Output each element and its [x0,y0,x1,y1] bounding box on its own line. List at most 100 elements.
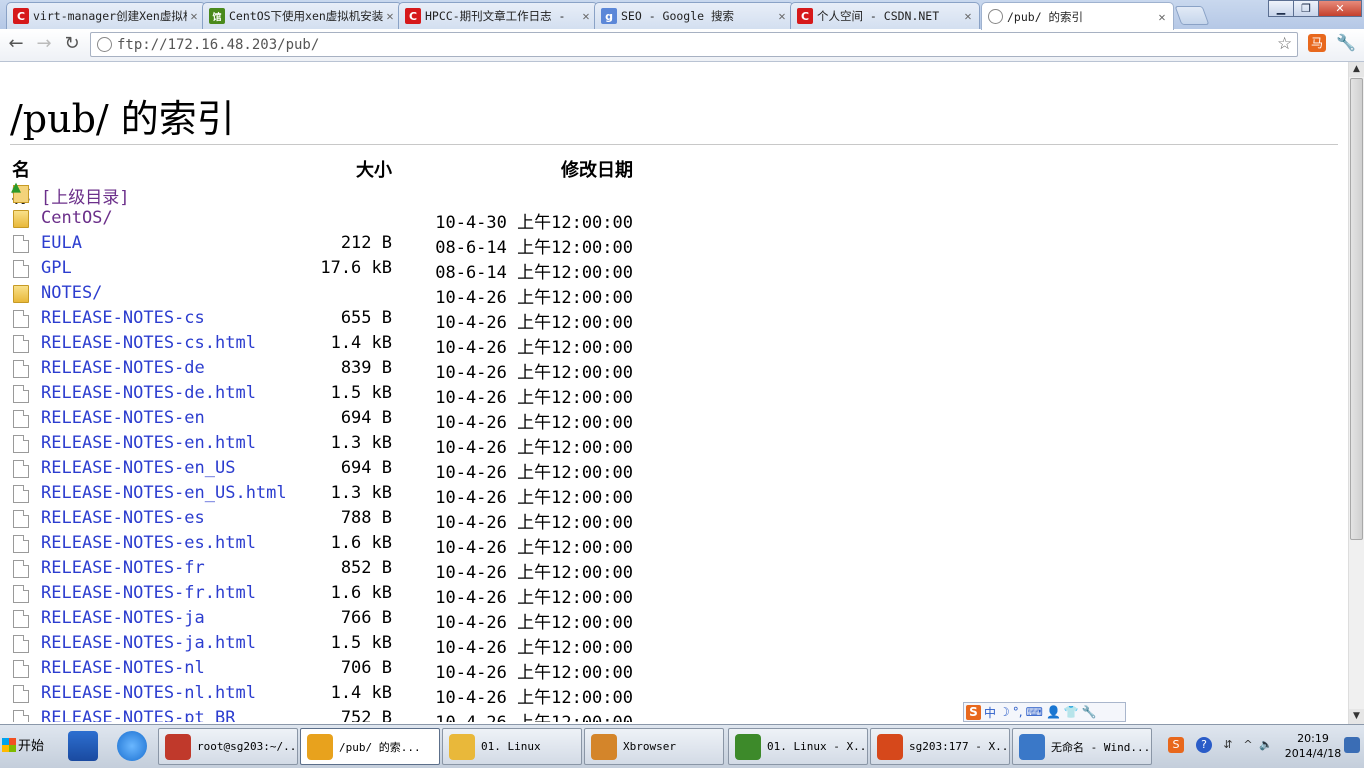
listing-row[interactable]: RELEASE-NOTES-es.html 1.6 kB 10-4-26 上午12:… [0,531,700,558]
column-header-modified[interactable]: 修改日期 [400,156,633,182]
entry-name-link[interactable]: RELEASE-NOTES-pt_BR [41,708,235,722]
entry-name-link[interactable]: RELEASE-NOTES-de [41,358,205,378]
parent-directory-link[interactable]: [上级目录] [41,183,129,208]
entry-name-link[interactable]: RELEASE-NOTES-nl [41,658,205,678]
sogou-ime-icon[interactable]: S [966,704,981,720]
listing-row[interactable]: RELEASE-NOTES-es 788 B 10-4-26 上午12:00:00 [0,506,700,533]
ime-language-toggle[interactable]: 中 [984,704,996,721]
listing-row[interactable]: RELEASE-NOTES-en_US.html 1.3 kB 10-4-26 上午… [0,481,700,508]
show-desktop-icon[interactable] [1344,737,1360,753]
entry-name-link[interactable]: CentOS/ [41,208,113,228]
minimize-button[interactable]: ▁ [1268,0,1294,17]
reload-icon[interactable]: ↻ [61,33,83,55]
taskbar-item[interactable]: /pub/ 的索... [300,728,440,765]
vertical-scrollbar[interactable]: ▲ ▼ [1348,62,1364,724]
entry-name-link[interactable]: RELEASE-NOTES-ja.html [41,633,256,653]
entry-name-link[interactable]: RELEASE-NOTES-en_US.html [41,483,287,503]
entry-name-link[interactable]: RELEASE-NOTES-fr [41,558,205,578]
listing-row[interactable]: RELEASE-NOTES-pt_BR 752 B 10-4-26 上午12:00:… [0,706,700,722]
entry-name-link[interactable]: NOTES/ [41,283,102,303]
entry-name-link[interactable]: GPL [41,258,72,278]
tab-close-icon[interactable]: ✕ [961,9,975,23]
listing-row[interactable]: RELEASE-NOTES-ja.html 1.5 kB 10-4-26 上午12:… [0,631,700,658]
listing-row[interactable]: RELEASE-NOTES-en.html 1.3 kB 10-4-26 上午12:… [0,431,700,458]
start-button[interactable]: 开始 [2,735,44,754]
listing-row[interactable]: RELEASE-NOTES-en 694 B 10-4-26 上午12:00:00 [0,406,700,433]
entry-modified: 10-4-30 上午12:00:00 [435,213,633,233]
listing-row[interactable]: RELEASE-NOTES-en_US 694 B 10-4-26 上午12:00:… [0,456,700,483]
entry-name-link[interactable]: RELEASE-NOTES-cs.html [41,333,256,353]
tab-5[interactable]: /pub/ 的索引 ✕ [981,2,1174,30]
entry-name-link[interactable]: RELEASE-NOTES-ja [41,608,205,628]
wrench-icon[interactable]: 🔧 [1336,33,1356,52]
help-icon[interactable]: ? [1196,737,1212,753]
forward-icon[interactable]: → [33,33,55,55]
listing-row[interactable]: RELEASE-NOTES-fr 852 B 10-4-26 上午12:00:00 [0,556,700,583]
tab-3[interactable]: g SEO - Google 搜索 ✕ [594,2,794,29]
bookmark-star-icon[interactable]: ☆ [1277,34,1292,54]
listing-row[interactable]: NOTES/10-4-26 上午12:00:00 [0,281,700,308]
entry-name-link[interactable]: RELEASE-NOTES-cs [41,308,205,328]
listing-row[interactable]: RELEASE-NOTES-fr.html 1.6 kB 10-4-26 上午12:… [0,581,700,608]
ime-toolbar[interactable]: S 中 ☽ °, ⌨ 👤 👕 🔧 [963,702,1126,722]
listing-row[interactable]: CentOS/10-4-30 上午12:00:00 [0,206,700,233]
address-bar[interactable]: ftp://172.16.48.203/pub/ ☆ [90,32,1298,57]
tab-0[interactable]: Cvirt-manager创建Xen虚拟机 ✕ [6,2,206,29]
punctuation-icon[interactable]: °, [1013,705,1023,719]
listing-row[interactable]: RELEASE-NOTES-de 839 B 10-4-26 上午12:00:00 [0,356,700,383]
close-window-button[interactable]: ✕ [1318,0,1362,17]
skin-icon[interactable]: 👕 [1064,705,1079,719]
column-header-size[interactable]: 大小 [280,156,392,182]
maximize-button[interactable]: ❐ [1293,0,1319,17]
entry-name-link[interactable]: RELEASE-NOTES-de.html [41,383,256,403]
entry-name-link[interactable]: RELEASE-NOTES-nl.html [41,683,256,703]
scrollbar-thumb[interactable] [1350,78,1363,540]
language-bar-icon[interactable]: ⇵ [1220,737,1236,753]
clock[interactable]: 20:19 2014/4/18 [1278,731,1348,761]
entry-name-link[interactable]: RELEASE-NOTES-en_US [41,458,235,478]
url-text[interactable]: ftp://172.16.48.203/pub/ [117,37,319,53]
tab-close-icon[interactable]: ✕ [775,9,789,23]
listing-row[interactable]: GPL 17.6 kB 08-6-14 上午12:00:00 [0,256,700,283]
scroll-down-icon[interactable]: ▼ [1349,709,1364,724]
listing-row[interactable]: RELEASE-NOTES-de.html 1.5 kB 10-4-26 上午12:… [0,381,700,408]
listing-row[interactable]: RELEASE-NOTES-cs 655 B 10-4-26 上午12:00:00 [0,306,700,333]
taskbar-item[interactable]: sg203:177 - X... [870,728,1010,765]
scroll-up-icon[interactable]: ▲ [1349,62,1364,77]
user-icon[interactable]: 👤 [1046,705,1061,719]
entry-name-link[interactable]: RELEASE-NOTES-en.html [41,433,256,453]
listing-row[interactable]: RELEASE-NOTES-ja 766 B 10-4-26 上午12:00:00 [0,606,700,633]
sogou-tray-icon[interactable]: S [1168,737,1184,753]
listing-row[interactable]: EULA 212 B 08-6-14 上午12:00:00 [0,231,700,258]
powershell-icon[interactable] [68,731,98,761]
volume-icon[interactable]: 🔈 [1258,737,1274,753]
taskbar-item[interactable]: root@sg203:~/... [158,728,298,765]
listing-row[interactable]: RELEASE-NOTES-cs.html 1.4 kB 10-4-26 上午12:… [0,331,700,358]
taskbar-item[interactable]: Xbrowser [584,728,724,765]
tab-close-icon[interactable]: ✕ [579,9,593,23]
tab-2[interactable]: C HPCC-期刊文章工作日志 - ✕ [398,2,598,29]
extension-icon[interactable]: 马 [1308,34,1326,52]
taskbar-item[interactable]: 01. Linux - X... [728,728,868,765]
tab-4[interactable]: C 个人空间 - CSDN.NET ✕ [790,2,980,29]
keyboard-icon[interactable]: ⌨ [1026,705,1043,719]
entry-name-link[interactable]: EULA [41,233,82,253]
parent-directory-row[interactable]: [上级目录] [0,180,700,208]
tab-close-icon[interactable]: ✕ [383,9,397,23]
listing-row[interactable]: RELEASE-NOTES-nl.html 1.4 kB 10-4-26 上午12:… [0,681,700,708]
tab-1[interactable]: 馆 CentOS下使用xen虚拟机安装 ✕ [202,2,402,29]
settings-icon[interactable]: 🔧 [1082,705,1097,719]
entry-name-link[interactable]: RELEASE-NOTES-es [41,508,205,528]
moon-icon[interactable]: ☽ [999,705,1010,719]
listing-row[interactable]: RELEASE-NOTES-nl 706 B 10-4-26 上午12:00:00 [0,656,700,683]
internet-explorer-icon[interactable] [117,731,147,761]
back-icon[interactable]: ← [5,33,27,55]
show-hidden-icons-icon[interactable]: ^ [1240,737,1256,753]
entry-name-link[interactable]: RELEASE-NOTES-es.html [41,533,256,553]
entry-name-link[interactable]: RELEASE-NOTES-fr.html [41,583,256,603]
tab-close-icon[interactable]: ✕ [187,9,201,23]
entry-name-link[interactable]: RELEASE-NOTES-en [41,408,205,428]
taskbar-item[interactable]: 01. Linux [442,728,582,765]
tab-close-icon[interactable]: ✕ [1155,10,1169,24]
taskbar-item[interactable]: 无命名 - Wind... [1012,728,1152,765]
